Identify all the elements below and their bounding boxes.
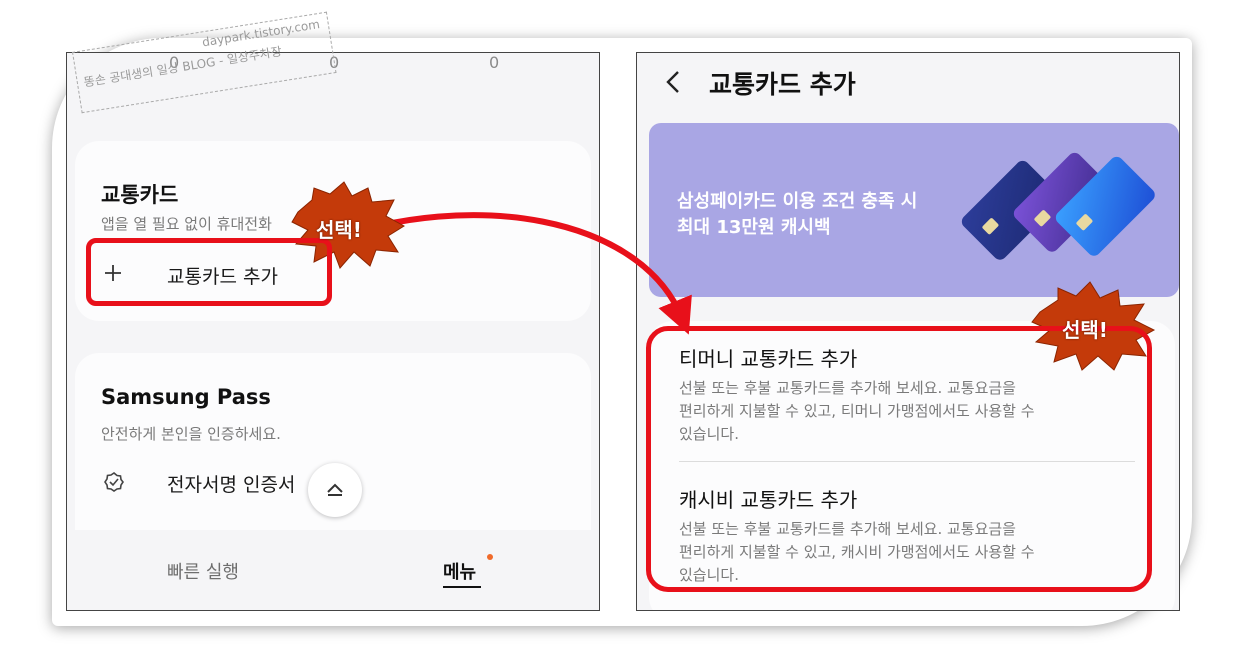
digital-certificate-item[interactable]: 전자서명 인증서 [99,463,329,503]
transit-card-title: 교통카드 [101,183,179,207]
promo-banner-line2: 최대 13만원 캐시백 [677,217,831,238]
digital-certificate-label: 전자서명 인증서 [167,474,296,496]
select-label-left: 선택! [316,218,362,242]
page-title: 교통카드 추가 [709,70,856,99]
shield-check-icon [103,471,125,497]
chevron-up-icon [325,481,345,501]
tab-quick-launch[interactable]: 빠른 실행 [167,558,239,584]
back-arrow-icon[interactable] [665,69,681,99]
samsung-pass-title: Samsung Pass [101,385,271,409]
notification-dot [487,554,493,560]
highlight-card-options [646,326,1152,592]
scroll-to-top-button[interactable] [308,463,362,517]
samsung-pass-subtitle: 안전하게 본인을 인증하세요. [101,425,281,443]
active-tab-indicator [443,586,481,588]
wallet-menu-screen: 0 0 0 교통카드 앱을 열 필요 없이 휴대전화 세요. 교통카드 추가 Sa… [66,52,600,611]
highlight-add-transit-card [86,238,332,306]
watermark-blog-name: 똥손 공대생의 일상 BLOG - 일상주차장 [82,44,283,90]
promo-banner[interactable]: 삼성페이카드 이용 조건 충족 시 최대 13만원 캐시백 [649,123,1179,297]
tab-menu[interactable]: 메뉴 [443,558,476,584]
bottom-tab-bar: 빠른 실행 메뉴 [67,530,599,610]
count-value: 0 [489,53,500,72]
promo-banner-line1: 삼성페이카드 이용 조건 충족 시 [677,191,918,212]
credit-cards-illustration [961,152,1155,260]
select-label-right: 선택! [1062,318,1108,342]
